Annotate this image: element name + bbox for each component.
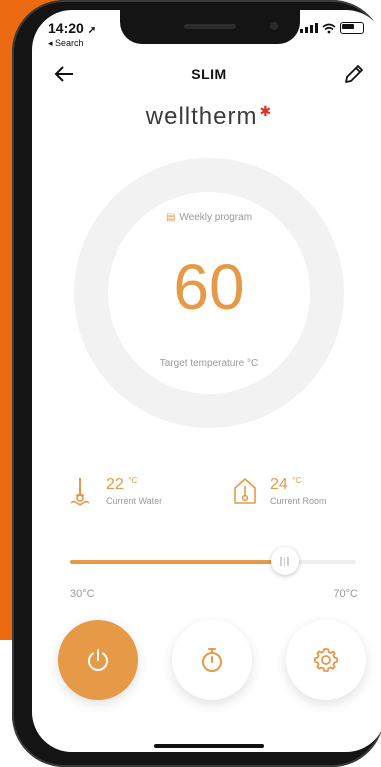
- power-button[interactable]: [58, 620, 138, 700]
- water-reading-text: 22 °C Current Water: [106, 476, 162, 506]
- room-value: 24: [270, 476, 288, 493]
- temperature-slider-fill: [70, 560, 285, 564]
- room-reading-text: 24 °C Current Room: [270, 476, 327, 506]
- water-label: Current Water: [106, 496, 163, 506]
- temperature-slider-thumb[interactable]: [270, 547, 299, 575]
- water-temperature-icon: [70, 478, 90, 506]
- stopwatch-icon: [202, 648, 222, 672]
- target-temperature-label: Target temperature °C: [159, 358, 259, 369]
- brand-logo: welltherm ✱: [32, 103, 381, 131]
- speaker-grille: [184, 24, 236, 29]
- timer-button[interactable]: [172, 620, 252, 700]
- weekly-program-link[interactable]: ▤ Weekly program: [32, 212, 381, 223]
- current-room-reading: 24 °C Current Room: [232, 476, 327, 506]
- power-icon: [88, 649, 108, 671]
- target-temperature-value: 60: [173, 251, 245, 323]
- app-screen: 14:20 ➚ ◂ Search SLIM welltherm ✱ ▤ Week…: [32, 10, 381, 752]
- current-water-reading: 22 °C Current Water: [68, 476, 162, 508]
- room-label: Current Room: [270, 496, 327, 506]
- logo-dot-icon: ✱: [259, 103, 273, 119]
- calendar-icon: ▤: [165, 212, 176, 223]
- edit-button[interactable]: [342, 62, 366, 86]
- status-time-text: 14:20: [48, 20, 84, 36]
- front-camera: [270, 22, 278, 30]
- logo-text: welltherm: [145, 103, 258, 130]
- room-temperature-icon: [234, 478, 256, 504]
- pencil-icon: [345, 65, 363, 83]
- room-unit: °C: [292, 476, 302, 485]
- status-icons: [300, 22, 364, 34]
- slider-min-label: 30°C: [70, 588, 95, 600]
- settings-button[interactable]: [286, 620, 366, 700]
- water-unit: °C: [128, 476, 138, 485]
- location-arrow-icon: ➚: [87, 25, 97, 36]
- status-back-link[interactable]: ◂ Search: [48, 38, 84, 49]
- slider-max-label: 70°C: [333, 588, 358, 600]
- gear-icon: [314, 648, 338, 672]
- cellular-signal-icon: [300, 23, 318, 33]
- wifi-icon: [322, 23, 336, 33]
- home-indicator[interactable]: [154, 744, 264, 748]
- program-label: Weekly program: [179, 212, 253, 223]
- page-title: SLIM: [191, 66, 227, 82]
- phone-frame: 14:20 ➚ ◂ Search SLIM welltherm ✱ ▤ Week…: [12, 0, 381, 767]
- temperature-slider-track[interactable]: [70, 560, 356, 564]
- phone-notch: [120, 10, 300, 44]
- battery-icon: [340, 22, 364, 34]
- water-value: 22: [106, 476, 124, 493]
- status-time: 14:20 ➚: [48, 20, 96, 36]
